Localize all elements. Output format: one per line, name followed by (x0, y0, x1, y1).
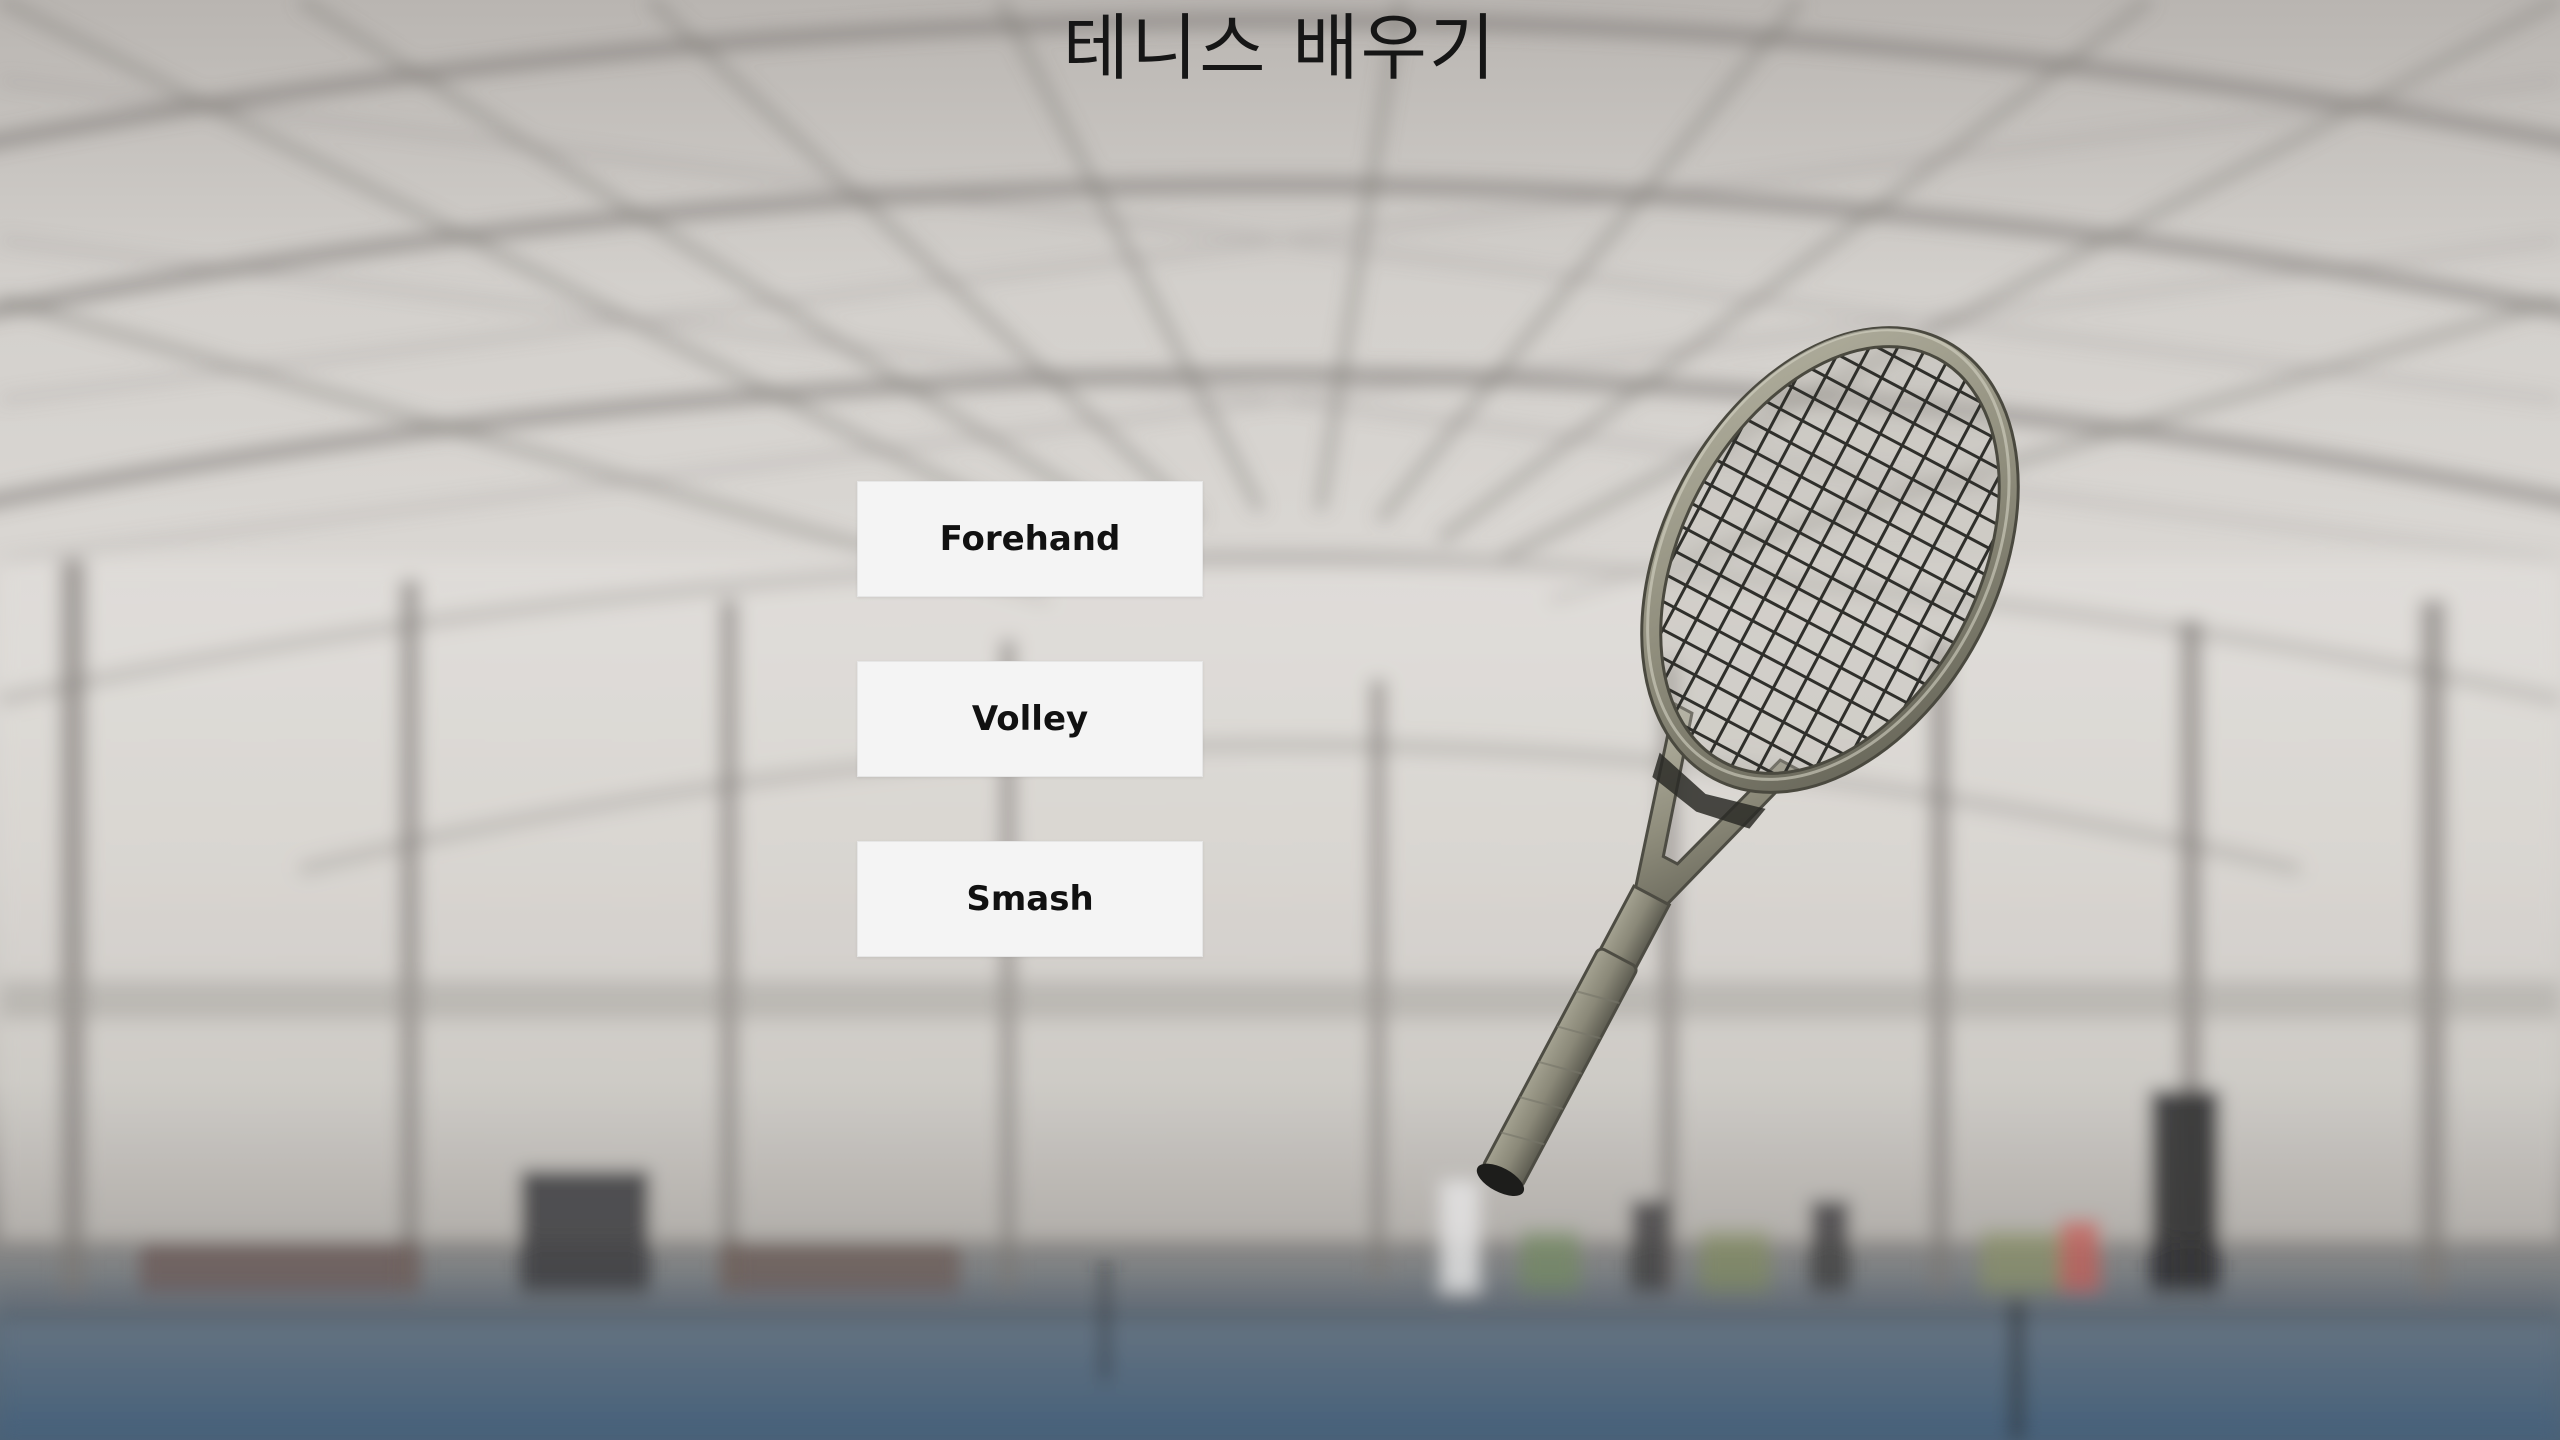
background-indoor-court-image (0, 0, 2560, 1440)
volley-button[interactable]: Volley (857, 661, 1203, 777)
smash-button[interactable]: Smash (857, 841, 1203, 957)
page-title: 테니스 배우기 (1062, 6, 1498, 90)
forehand-button[interactable]: Forehand (857, 481, 1203, 597)
app-screen: 테니스 배우기 Forehand Volley Smash (0, 0, 2560, 1440)
